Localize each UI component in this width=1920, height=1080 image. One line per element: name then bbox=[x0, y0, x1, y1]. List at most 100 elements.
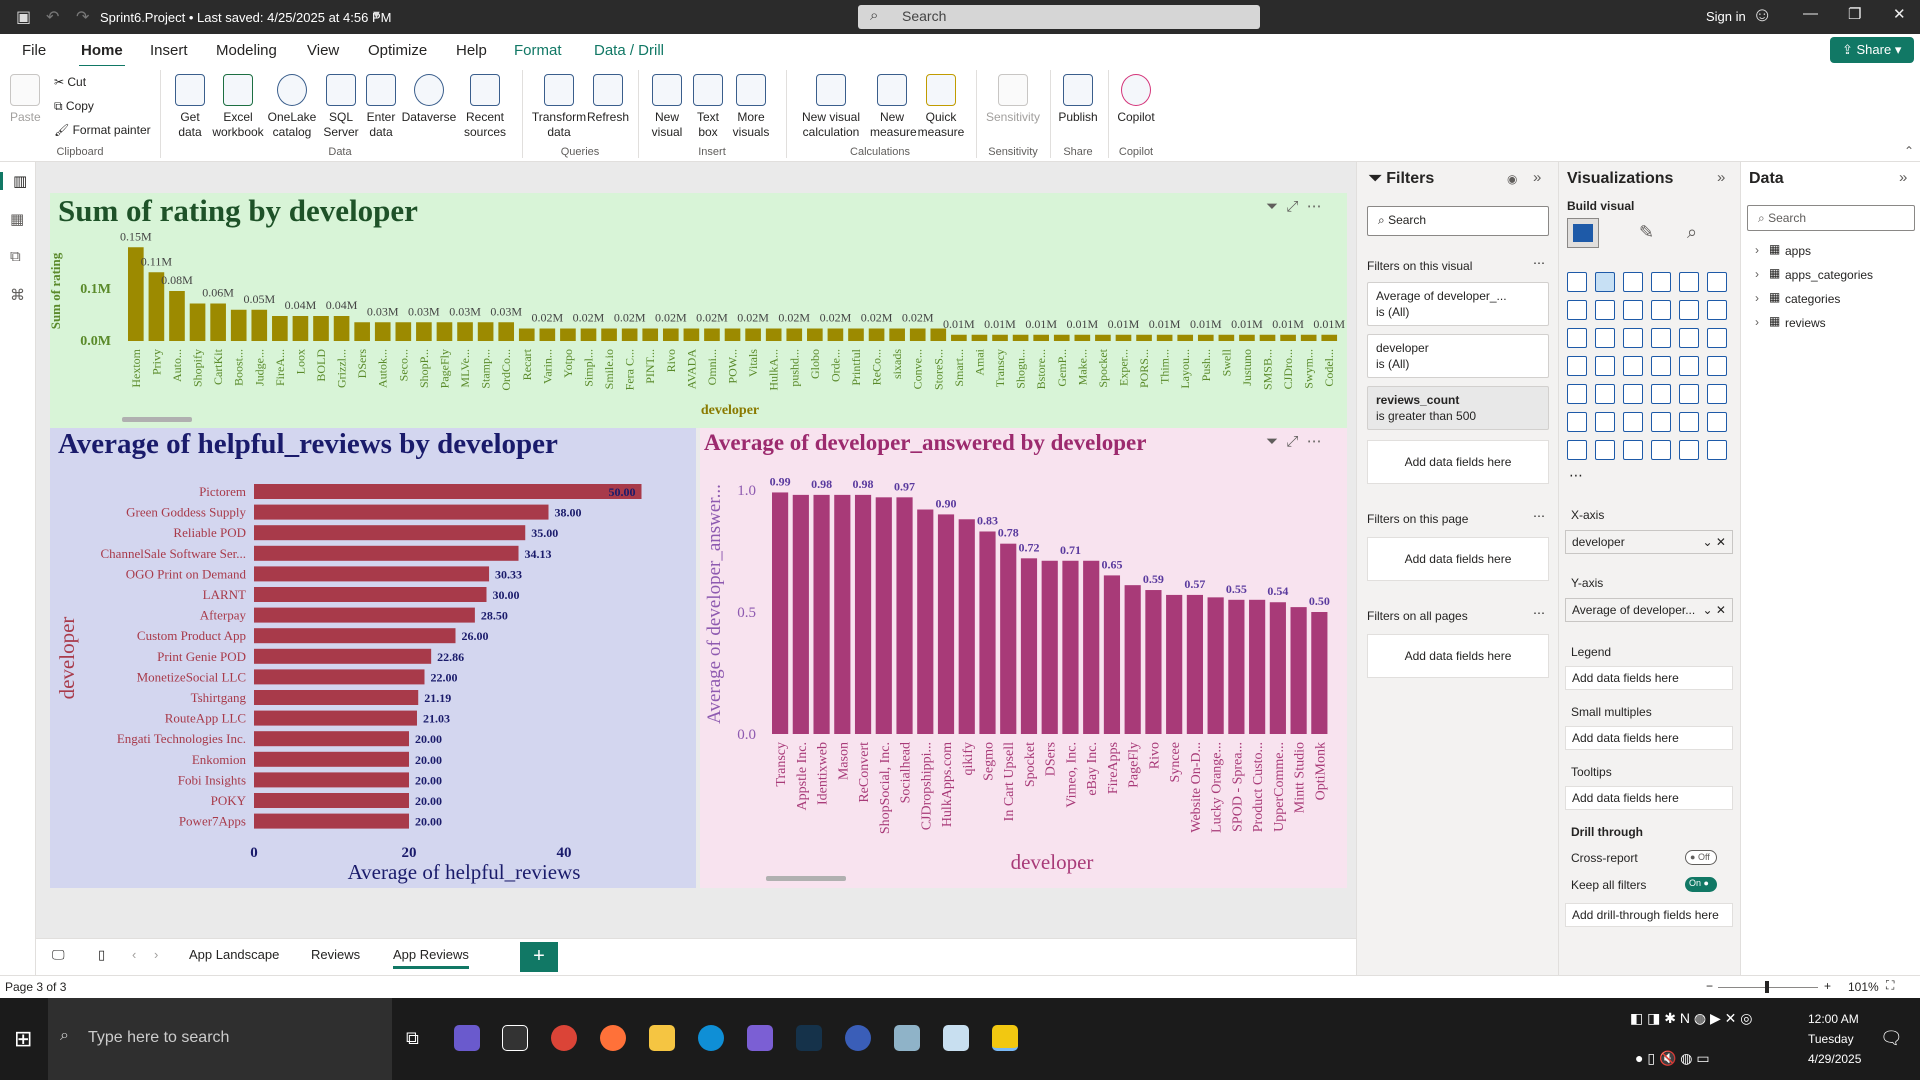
transform-data-button[interactable]: Transform data bbox=[530, 74, 588, 140]
paste-button[interactable]: Paste bbox=[10, 74, 41, 125]
visual-type-icon[interactable] bbox=[1567, 328, 1587, 348]
expand-categories-icon[interactable]: › bbox=[1755, 291, 1759, 305]
visual-type-icon[interactable] bbox=[1679, 440, 1699, 460]
collapse-data-icon[interactable]: » bbox=[1899, 169, 1907, 186]
expand-reviews-icon[interactable]: › bbox=[1755, 315, 1759, 329]
get-data-button[interactable]: Get data bbox=[170, 74, 210, 140]
visual-type-icon[interactable] bbox=[1595, 356, 1615, 376]
enter-data-button[interactable]: Enter data bbox=[362, 74, 400, 140]
mw-app-icon[interactable] bbox=[502, 1025, 528, 1051]
visual-type-icon[interactable] bbox=[1707, 384, 1727, 404]
share-button[interactable]: ⇪ Share ▾ bbox=[1830, 37, 1914, 63]
data-search-input[interactable]: ⌕ Search bbox=[1747, 205, 1915, 231]
collapse-filters-icon[interactable]: » bbox=[1533, 169, 1541, 186]
visual-type-icon[interactable] bbox=[1651, 384, 1671, 404]
visual-type-icon[interactable] bbox=[1623, 384, 1643, 404]
document-title[interactable]: Sprint6.Project • Last saved: 4/25/2025 … bbox=[100, 10, 391, 25]
page-tab-app-reviews[interactable]: App Reviews bbox=[393, 947, 469, 969]
more-options-icon[interactable]: ⋯ bbox=[1533, 509, 1545, 523]
refresh-button[interactable]: Refresh bbox=[586, 74, 630, 125]
report-view-icon[interactable]: ▥ bbox=[0, 172, 27, 190]
visual-type-icon[interactable] bbox=[1623, 440, 1643, 460]
analytics-icon[interactable]: ⌕ bbox=[1687, 222, 1697, 243]
tab-optimize[interactable]: Optimize bbox=[368, 42, 427, 59]
copy-button[interactable]: ⧉ Copy bbox=[54, 99, 94, 114]
visual-type-icon[interactable] bbox=[1651, 300, 1671, 320]
chevron-down-icon[interactable]: ▼ bbox=[371, 9, 382, 21]
visual-type-icon[interactable] bbox=[1595, 440, 1615, 460]
visual-type-icon[interactable] bbox=[1567, 300, 1587, 320]
visual-type-icon[interactable] bbox=[1623, 272, 1643, 292]
more-visuals-icon[interactable]: ⋯ bbox=[1569, 467, 1583, 484]
prev-page-icon[interactable]: ‹ bbox=[132, 947, 136, 962]
visual-type-icon[interactable] bbox=[1567, 272, 1587, 292]
onelake-catalog-button[interactable]: OneLake catalog bbox=[266, 74, 318, 140]
visual-type-icon[interactable] bbox=[1707, 412, 1727, 432]
search-input[interactable]: ⌕ Search bbox=[858, 5, 1260, 29]
mobile-layout-icon[interactable]: ▯ bbox=[98, 947, 105, 963]
save-icon[interactable]: ▣ bbox=[16, 7, 31, 27]
format-visual-icon[interactable]: ✎ bbox=[1639, 222, 1654, 243]
visual-type-icon[interactable] bbox=[1567, 412, 1587, 432]
filter-card-developer[interactable]: developer is (All) bbox=[1367, 334, 1549, 378]
recent-sources-button[interactable]: Recent sources bbox=[460, 74, 510, 140]
quick-measure-button[interactable]: Quick measure bbox=[916, 74, 966, 140]
collapse-ribbon-icon[interactable]: ⌃ bbox=[1904, 144, 1914, 158]
visual-type-icon[interactable] bbox=[1595, 272, 1615, 292]
taskbar-search-input[interactable]: ⌕ Type here to search bbox=[48, 998, 392, 1080]
expand-apps-categories-icon[interactable]: › bbox=[1755, 267, 1759, 281]
add-page-button[interactable]: + bbox=[520, 942, 558, 972]
publish-button[interactable]: Publish bbox=[1056, 74, 1100, 125]
model-view-icon[interactable]: ⧉ bbox=[10, 248, 21, 265]
tab-data-drill[interactable]: Data / Drill bbox=[594, 42, 664, 59]
filter-card-developer-answered[interactable]: Average of developer_... is (All) bbox=[1367, 282, 1549, 326]
visual-type-icon[interactable] bbox=[1679, 328, 1699, 348]
close-icon[interactable]: ✕ bbox=[1893, 5, 1906, 23]
visual-type-icon[interactable] bbox=[1707, 272, 1727, 292]
visual-type-icon[interactable] bbox=[1567, 356, 1587, 376]
copilot-button[interactable]: Copilot bbox=[1114, 74, 1158, 125]
expand-apps-icon[interactable]: › bbox=[1755, 243, 1759, 257]
visual-type-icon[interactable] bbox=[1623, 328, 1643, 348]
visual-developer-answered[interactable]: Average of developer_answered by develop… bbox=[700, 428, 1347, 888]
add-page-filter-field[interactable]: Add data fields here bbox=[1367, 537, 1549, 581]
data-table-apps-categories[interactable]: apps_categories bbox=[1785, 268, 1873, 282]
chevron-down-icon[interactable]: ⌄ ✕ bbox=[1703, 603, 1726, 617]
tooltips-field[interactable]: Add data fields here bbox=[1565, 786, 1733, 810]
x-axis-field[interactable]: developer ⌄ ✕ bbox=[1565, 530, 1733, 554]
firefox-icon[interactable] bbox=[600, 1025, 626, 1051]
sensitivity-button[interactable]: Sensitivity bbox=[982, 74, 1044, 125]
undo-icon[interactable]: ↶ bbox=[46, 7, 59, 27]
visual-type-icon[interactable] bbox=[1623, 356, 1643, 376]
visual-type-icon[interactable] bbox=[1679, 356, 1699, 376]
visual-type-icon[interactable] bbox=[1651, 412, 1671, 432]
visual-type-icon[interactable] bbox=[1595, 384, 1615, 404]
chrome-icon[interactable] bbox=[551, 1025, 577, 1051]
add-visual-filter-field[interactable]: Add data fields here bbox=[1367, 440, 1549, 484]
format-painter-button[interactable]: 🖌 Format painter bbox=[54, 123, 151, 137]
tab-insert[interactable]: Insert bbox=[150, 42, 188, 59]
table-view-icon[interactable]: ▦ bbox=[10, 210, 24, 228]
tab-file[interactable]: File bbox=[22, 42, 46, 59]
visual-type-icon[interactable] bbox=[1623, 300, 1643, 320]
tab-view[interactable]: View bbox=[307, 42, 339, 59]
desktop-layout-icon[interactable]: 🖵 bbox=[52, 947, 65, 963]
chevron-down-icon[interactable]: ⌄ ✕ bbox=[1703, 535, 1726, 549]
page-tab-app-landscape[interactable]: App Landscape bbox=[189, 947, 279, 962]
redo-icon[interactable]: ↷ bbox=[76, 7, 89, 27]
restore-icon[interactable]: ❐ bbox=[1848, 5, 1861, 23]
filters-search-input[interactable]: ⌕ Search bbox=[1367, 206, 1549, 236]
more-options-icon[interactable]: ⋯ bbox=[1533, 606, 1545, 620]
copilot-app-icon[interactable] bbox=[454, 1025, 480, 1051]
edge-icon[interactable] bbox=[698, 1025, 724, 1051]
visual-type-icon[interactable] bbox=[1595, 412, 1615, 432]
app-icon[interactable] bbox=[796, 1025, 822, 1051]
legend-field[interactable]: Add data fields here bbox=[1565, 666, 1733, 690]
windows-start-icon[interactable]: ⊞ bbox=[14, 1026, 32, 1052]
visual-type-icon[interactable] bbox=[1679, 272, 1699, 292]
notifications-icon[interactable]: 🗨 bbox=[1880, 1028, 1903, 1049]
visual-type-icon[interactable] bbox=[1679, 300, 1699, 320]
y-axis-field[interactable]: Average of developer... ⌄ ✕ bbox=[1565, 598, 1733, 622]
m365-icon[interactable] bbox=[747, 1025, 773, 1051]
cross-report-toggle[interactable]: ● Off bbox=[1685, 850, 1717, 865]
